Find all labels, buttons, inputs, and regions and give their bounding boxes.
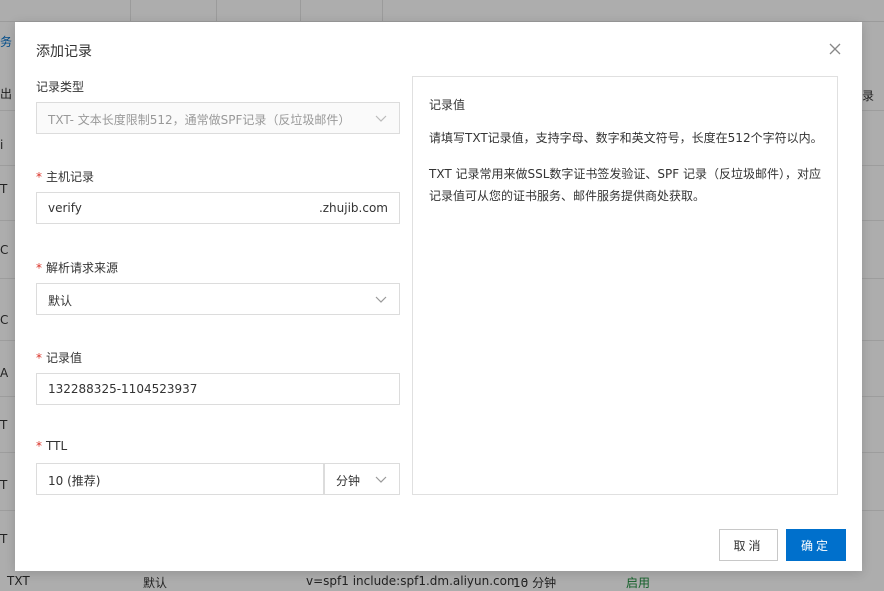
- host-input[interactable]: verify .zhujib.com: [36, 192, 400, 224]
- ttl-input[interactable]: 10 (推荐): [36, 463, 324, 495]
- required-mark: *: [36, 261, 42, 275]
- ttl-value: 10 (推荐): [48, 474, 101, 488]
- ttl-label: * TTL: [36, 439, 67, 453]
- chevron-down-icon: [375, 115, 387, 122]
- add-record-dialog: 添加记录 记录类型 TXT- 文本长度限制512，通常做SPF记录（反垃圾邮件）…: [15, 22, 862, 571]
- record-type-label-text: 记录类型: [36, 80, 85, 94]
- close-icon: [829, 43, 841, 55]
- ttl-label-text: TTL: [46, 439, 68, 453]
- source-label-text: 解析请求来源: [46, 261, 119, 275]
- record-value-label: * 记录值: [36, 349, 82, 366]
- source-label: * 解析请求来源: [36, 259, 118, 276]
- cancel-button[interactable]: 取消: [719, 529, 778, 561]
- help-paragraph-1: 请填写TXT记录值，支持字母、数字和英文符号，长度在512个字符以内。: [429, 131, 823, 145]
- record-value-input[interactable]: 132288325-1104523937: [36, 373, 400, 405]
- chevron-down-icon: [375, 296, 387, 303]
- record-type-value: TXT- 文本长度限制512，通常做SPF记录（反垃圾邮件）: [48, 113, 351, 127]
- host-value: verify: [48, 201, 82, 215]
- ttl-unit-select[interactable]: 分钟: [324, 463, 400, 495]
- dialog-title: 添加记录: [36, 44, 92, 60]
- source-select[interactable]: 默认: [36, 283, 400, 315]
- record-value-value: 132288325-1104523937: [48, 382, 198, 396]
- host-label-text: 主机记录: [46, 170, 95, 184]
- required-mark: *: [36, 439, 42, 453]
- record-type-label: 记录类型: [36, 78, 84, 95]
- record-type-select[interactable]: TXT- 文本长度限制512，通常做SPF记录（反垃圾邮件）: [36, 102, 400, 134]
- help-paragraph-2: TXT 记录常用来做SSL数字证书签发验证、SPF 记录（反垃圾邮件），对应记录…: [429, 167, 821, 203]
- required-mark: *: [36, 351, 42, 365]
- ttl-unit-value: 分钟: [336, 474, 361, 488]
- record-value-label-text: 记录值: [46, 351, 83, 365]
- record-value-help-panel: 记录值 请填写TXT记录值，支持字母、数字和英文符号，长度在512个字符以内。 …: [412, 76, 838, 495]
- source-value: 默认: [48, 294, 73, 308]
- confirm-button[interactable]: 确定: [786, 529, 846, 561]
- chevron-down-icon: [375, 476, 387, 483]
- required-mark: *: [36, 170, 42, 184]
- host-domain-suffix: .zhujib.com: [318, 201, 388, 215]
- close-button[interactable]: [828, 42, 842, 56]
- help-title: 记录值: [429, 98, 466, 112]
- host-label: * 主机记录: [36, 168, 94, 185]
